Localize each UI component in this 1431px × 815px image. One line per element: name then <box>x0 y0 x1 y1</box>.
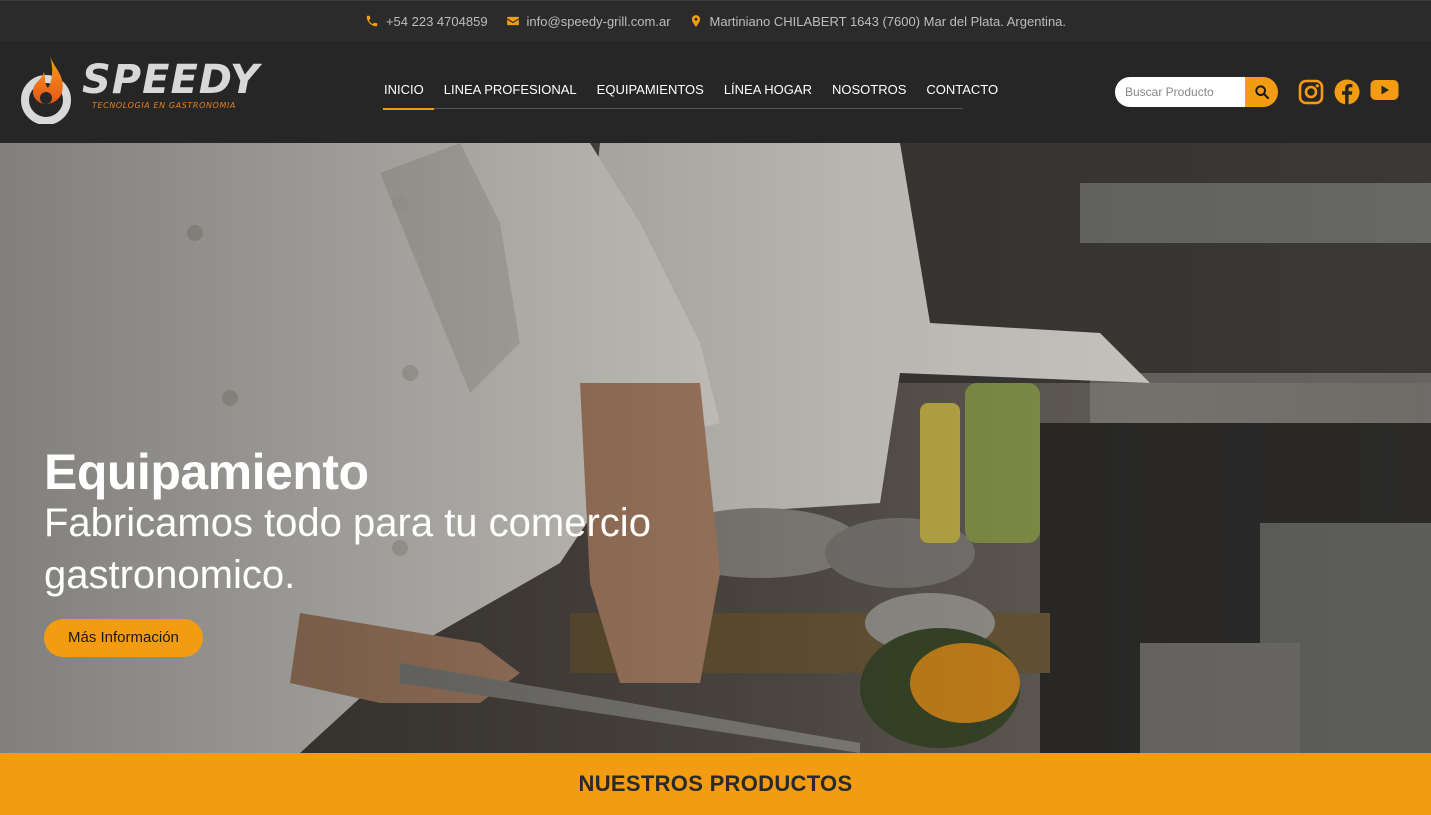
main-nav: INICIO LINEA PROFESIONAL EQUIPAMIENTOS L… <box>383 71 998 110</box>
product-search <box>1115 77 1278 107</box>
hero-subtitle: Fabricamos todo para tu comercio gastron… <box>44 501 651 597</box>
more-info-button[interactable]: Más Información <box>44 619 203 657</box>
nav-item-linea-hogar[interactable]: LÍNEA HOGAR <box>714 71 822 109</box>
nav-item-equipamientos[interactable]: EQUIPAMIENTOS <box>587 71 714 109</box>
nav-item-inicio[interactable]: INICIO <box>383 71 434 110</box>
products-section-header: NUESTROS PRODUCTOS <box>0 753 1431 815</box>
main-header: SPEEDY TECNOLOGIA EN GASTRONOMIA INICIO … <box>0 41 1431 143</box>
address-info: Martiniano CHILABERT 1643 (7600) Mar del… <box>689 13 1067 29</box>
youtube-icon[interactable] <box>1370 79 1399 105</box>
nav-item-contacto[interactable]: CONTACTO <box>916 71 1008 109</box>
hero-content: Equipamiento Fabricamos todo para tu com… <box>44 443 764 657</box>
search-input[interactable] <box>1115 77 1245 107</box>
social-links <box>1298 79 1399 105</box>
envelope-icon <box>506 16 519 26</box>
nav-item-linea-profesional[interactable]: LINEA PROFESIONAL <box>434 71 587 109</box>
instagram-icon[interactable] <box>1298 79 1324 105</box>
email-info[interactable]: info@speedy-grill.com.ar <box>506 14 671 29</box>
site-logo[interactable]: SPEEDY TECNOLOGIA EN GASTRONOMIA <box>20 53 260 125</box>
products-heading: NUESTROS PRODUCTOS <box>578 771 853 796</box>
top-info-bar: +54 223 4704859 info@speedy-grill.com.ar… <box>0 0 1431 41</box>
nav-item-nosotros[interactable]: NOSOTROS <box>822 71 916 109</box>
map-pin-icon <box>691 15 700 27</box>
brand-tagline: TECNOLOGIA EN GASTRONOMIA <box>92 101 236 110</box>
address-text: Martiniano CHILABERT 1643 (7600) Mar del… <box>709 13 1067 29</box>
search-button[interactable] <box>1245 77 1278 107</box>
phone-info[interactable]: +54 223 4704859 <box>365 14 488 29</box>
phone-text: +54 223 4704859 <box>385 13 488 29</box>
hero-banner: Equipamiento Fabricamos todo para tu com… <box>0 143 1431 753</box>
phone-icon <box>366 15 378 27</box>
hero-title: Equipamiento <box>44 444 369 500</box>
brand-name: SPEEDY <box>82 57 260 103</box>
flame-logo-icon <box>21 56 71 124</box>
facebook-icon[interactable] <box>1334 79 1360 105</box>
email-text: info@speedy-grill.com.ar <box>526 13 671 29</box>
search-icon <box>1254 85 1269 100</box>
